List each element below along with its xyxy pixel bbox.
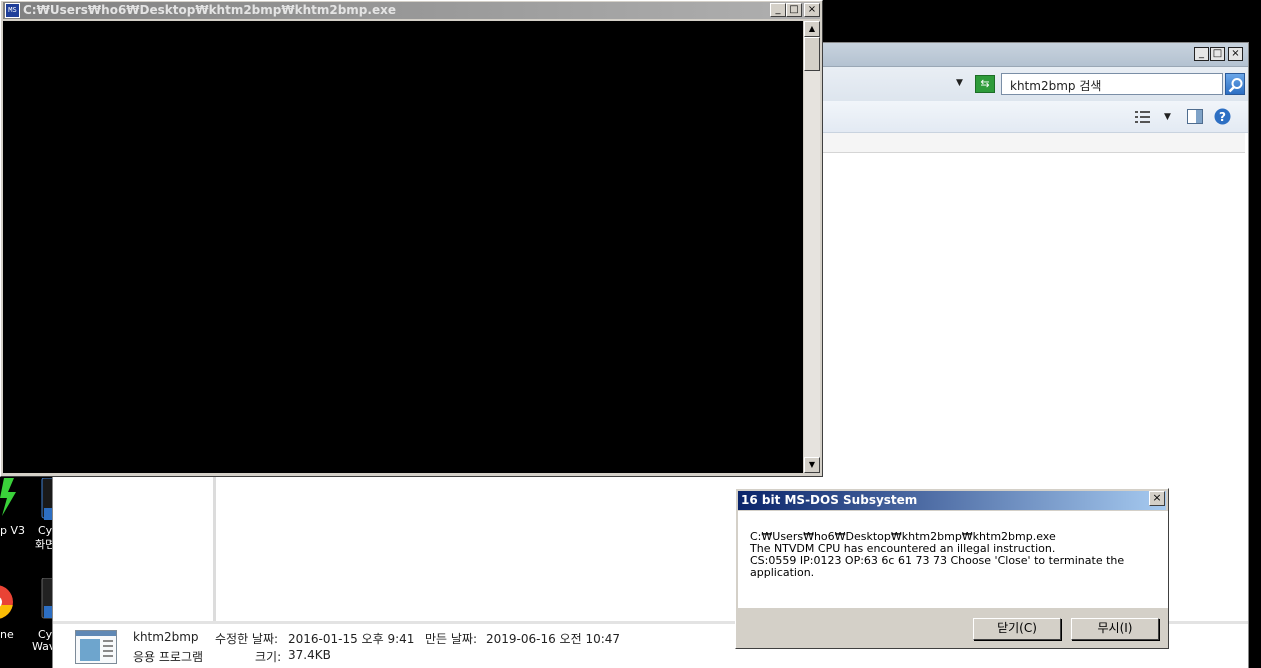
console-minimize-button[interactable]: _ [770, 3, 786, 17]
console-title: C:₩Users₩ho6₩Desktop₩khtm2bmp₩khtm2bmp.e… [23, 3, 396, 17]
refresh-icon: ⇆ [980, 77, 990, 90]
error-dialog: 16 bit MS-DOS Subsystem × C:₩Users₩ho6₩D… [735, 488, 1169, 649]
explorer-minimize-button[interactable]: _ [1194, 47, 1209, 61]
created-label: 만든 날짜: [425, 632, 478, 646]
v3-lightning-icon[interactable] [0, 478, 20, 520]
chrome-icon[interactable] [0, 582, 14, 622]
dialog-message: C:₩Users₩ho6₩Desktop₩khtm2bmp₩khtm2bmp.e… [738, 511, 1168, 608]
scroll-up-arrow-icon[interactable]: ▲ [804, 21, 820, 37]
search-button[interactable] [1225, 73, 1245, 95]
console-window: MS C:₩Users₩ho6₩Desktop₩khtm2bmp₩khtm2bm… [0, 0, 823, 477]
dialog-message-line: application. [750, 566, 815, 579]
view-options-icon[interactable] [1135, 110, 1151, 124]
scroll-down-arrow-icon[interactable]: ▼ [804, 457, 820, 473]
dialog-title-bar[interactable]: 16 bit MS-DOS Subsystem [738, 491, 1166, 510]
explorer-close-button[interactable]: × [1228, 47, 1243, 61]
ms-dos-icon[interactable]: MS [5, 3, 20, 18]
modified-value: 2016-01-15 오후 9:41 [288, 632, 415, 646]
created-value: 2019-06-16 오전 10:47 [486, 632, 621, 646]
console-maximize-button[interactable]: □ [786, 3, 802, 17]
desktop-icon-label: p V3 [0, 524, 26, 537]
navigation-pane-divider[interactable] [213, 473, 216, 621]
size-label: 크기: [255, 650, 282, 664]
preview-pane-icon[interactable] [1187, 109, 1203, 124]
console-screen[interactable] [3, 21, 803, 473]
address-dropdown-arrow-icon[interactable]: ▼ [956, 78, 963, 88]
help-icon[interactable]: ? [1214, 108, 1231, 125]
dialog-close-x-button[interactable]: × [1149, 491, 1165, 506]
modified-label: 수정한 날짜: [215, 632, 279, 646]
view-dropdown-arrow-icon[interactable]: ▼ [1164, 112, 1171, 122]
file-name: khtm2bmp [133, 630, 199, 644]
search-icon [1228, 78, 1243, 93]
close-button[interactable]: 닫기(C) [973, 618, 1061, 640]
console-scrollbar[interactable]: ▲ ▼ [804, 21, 820, 473]
desktop-icon-label: ne [0, 628, 14, 641]
svg-text:?: ? [1219, 110, 1226, 124]
application-file-icon [75, 630, 117, 664]
console-close-button[interactable]: × [804, 3, 820, 17]
ignore-button[interactable]: 무시(I) [1071, 618, 1159, 640]
dialog-title: 16 bit MS-DOS Subsystem [741, 493, 918, 507]
console-title-bar[interactable]: MS C:₩Users₩ho6₩Desktop₩khtm2bmp₩khtm2bm… [3, 2, 820, 19]
refresh-button[interactable]: ⇆ [975, 75, 995, 93]
file-type: 응용 프로그램 [133, 650, 204, 664]
explorer-maximize-button[interactable]: □ [1210, 47, 1225, 61]
search-input[interactable]: khtm2bmp 검색 [1001, 73, 1223, 95]
size-value: 37.4KB [288, 648, 331, 662]
scrollbar-thumb[interactable] [804, 37, 820, 71]
